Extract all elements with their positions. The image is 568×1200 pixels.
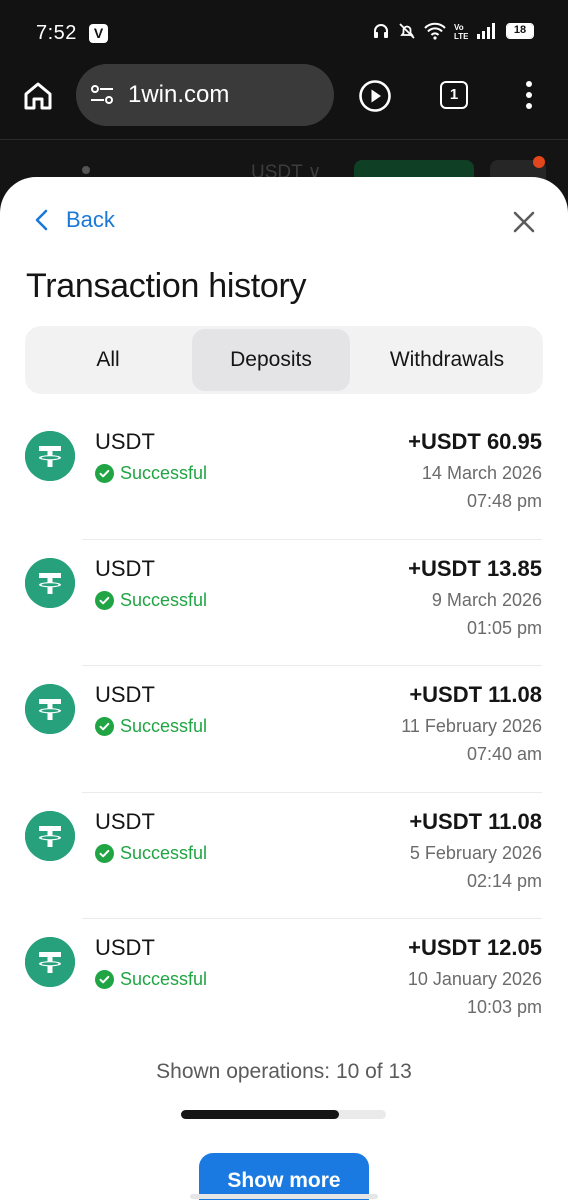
tether-icon (25, 937, 75, 987)
notification-v-icon: V (89, 24, 108, 43)
transaction-date: 5 February 2026 (409, 842, 542, 863)
check-circle-icon (95, 717, 114, 736)
usdt-coin-icon (25, 937, 75, 987)
tether-icon (25, 684, 75, 734)
shown-operations: Shown operations: 10 of 13 (156, 1060, 412, 1083)
usdt-coin-icon (25, 431, 75, 481)
gesture-bar (190, 1194, 378, 1199)
tab-deposits[interactable]: Deposits (192, 329, 350, 391)
tether-icon (25, 431, 75, 481)
status-label: Successful (120, 716, 208, 736)
transaction-time: 02:14 pm (466, 870, 542, 891)
transaction-time: 07:48 pm (466, 491, 542, 511)
transaction-status: Successful (95, 463, 207, 484)
tether-icon (25, 810, 75, 861)
transaction-amount: +USDT 11.08 (409, 682, 542, 707)
usdt-coin-icon (25, 684, 75, 734)
transaction-status: Successful (95, 590, 207, 611)
transaction-history-sheet: Back Transaction history All Deposits Wi… (0, 177, 568, 1200)
home-icon[interactable] (22, 80, 54, 112)
transaction-row[interactable]: USDT Successful +USDT 11.08 11 February 202… (0, 666, 568, 793)
site-settings-icon[interactable] (88, 81, 116, 109)
transaction-row[interactable]: USDT Successful +USDT 11.08 5 February 2026… (0, 793, 568, 919)
check-circle-icon (95, 970, 114, 989)
svg-text:LTE: LTE (454, 32, 468, 40)
transaction-status: Successful (95, 969, 207, 990)
tabs-counter-button[interactable]: 1 (440, 81, 468, 109)
usdt-coin-icon (25, 810, 75, 861)
show-more-button[interactable]: Show more (199, 1153, 369, 1200)
transaction-date: 10 January 2026 (407, 969, 542, 989)
bell-off-icon (399, 23, 415, 39)
tab-all[interactable]: All (25, 329, 191, 391)
transaction-amount: +USDT 60.95 (408, 429, 542, 454)
transaction-date: 14 March 2026 (421, 463, 542, 483)
filter-tabs: All Deposits Withdrawals (25, 326, 543, 394)
transaction-time: 07:40 am (466, 744, 542, 764)
transaction-amount: +USDT 11.08 (409, 808, 542, 834)
url-bar[interactable]: 1win.com (76, 64, 334, 126)
url-text: 1win.com (128, 81, 230, 108)
transaction-currency: USDT (95, 429, 155, 454)
battery-level: 18 (513, 24, 527, 36)
transaction-row[interactable]: USDT Successful +USDT 60.95 14 March 2026 07… (0, 413, 568, 540)
transaction-currency: USDT (95, 935, 155, 960)
status-icons: Vo LTE 18 (372, 22, 534, 40)
transaction-time: 10:03 pm (466, 997, 542, 1017)
back-label: Back (66, 207, 115, 232)
signal-icon (477, 23, 495, 39)
transaction-time: 01:05 pm (466, 617, 542, 638)
transaction-amount: +USDT 13.85 (408, 555, 542, 581)
check-circle-icon (95, 843, 114, 863)
status-bar: 7:52 V Vo LTE 18 (0, 0, 568, 64)
page-title: Transaction history (26, 267, 307, 305)
status-label: Successful (120, 842, 208, 863)
volte-icon: VoLTE (454, 23, 468, 40)
transaction-date: 9 March 2026 (431, 589, 542, 610)
usdt-coin-icon (25, 557, 75, 608)
close-icon[interactable] (512, 210, 536, 234)
headset-icon (374, 24, 388, 38)
wifi-icon (424, 22, 446, 40)
tether-icon (25, 557, 75, 608)
transaction-status: Successful (95, 716, 207, 737)
check-circle-icon (95, 464, 114, 483)
transaction-currency: USDT (95, 555, 155, 581)
status-label: Successful (120, 969, 208, 989)
transaction-list: USDT Successful +USDT 60.95 14 March 2026 07… (0, 413, 568, 1046)
svg-text:Vo: Vo (454, 23, 464, 32)
transaction-currency: USDT (95, 808, 155, 834)
status-label: Successful (120, 589, 208, 610)
notification-dot (533, 156, 545, 168)
transaction-row[interactable]: USDT Successful +USDT 13.85 9 March 2026 01:… (0, 540, 568, 666)
shown-progress-fill (181, 1110, 339, 1119)
check-circle-icon (95, 590, 114, 610)
back-button[interactable]: Back (34, 207, 115, 233)
tab-withdrawals[interactable]: Withdrawals (353, 329, 541, 391)
browser-toolbar: 1win.com 1 (0, 64, 568, 140)
transaction-currency: USDT (95, 682, 155, 707)
shown-progress-bar (181, 1110, 386, 1119)
transaction-date: 11 February 2026 (401, 716, 542, 736)
transaction-row[interactable]: USDT Successful +USDT 12.05 10 January 2026… (0, 919, 568, 1046)
transaction-status: Successful (95, 843, 207, 864)
play-icon[interactable] (358, 79, 392, 113)
status-time: 7:52 (36, 22, 77, 44)
status-label: Successful (120, 463, 208, 483)
chevron-left-icon (35, 209, 48, 231)
more-menu-icon[interactable] (526, 81, 534, 114)
transaction-amount: +USDT 12.05 (408, 935, 542, 960)
battery-icon: 18 (506, 23, 534, 39)
site-dot (82, 166, 90, 174)
